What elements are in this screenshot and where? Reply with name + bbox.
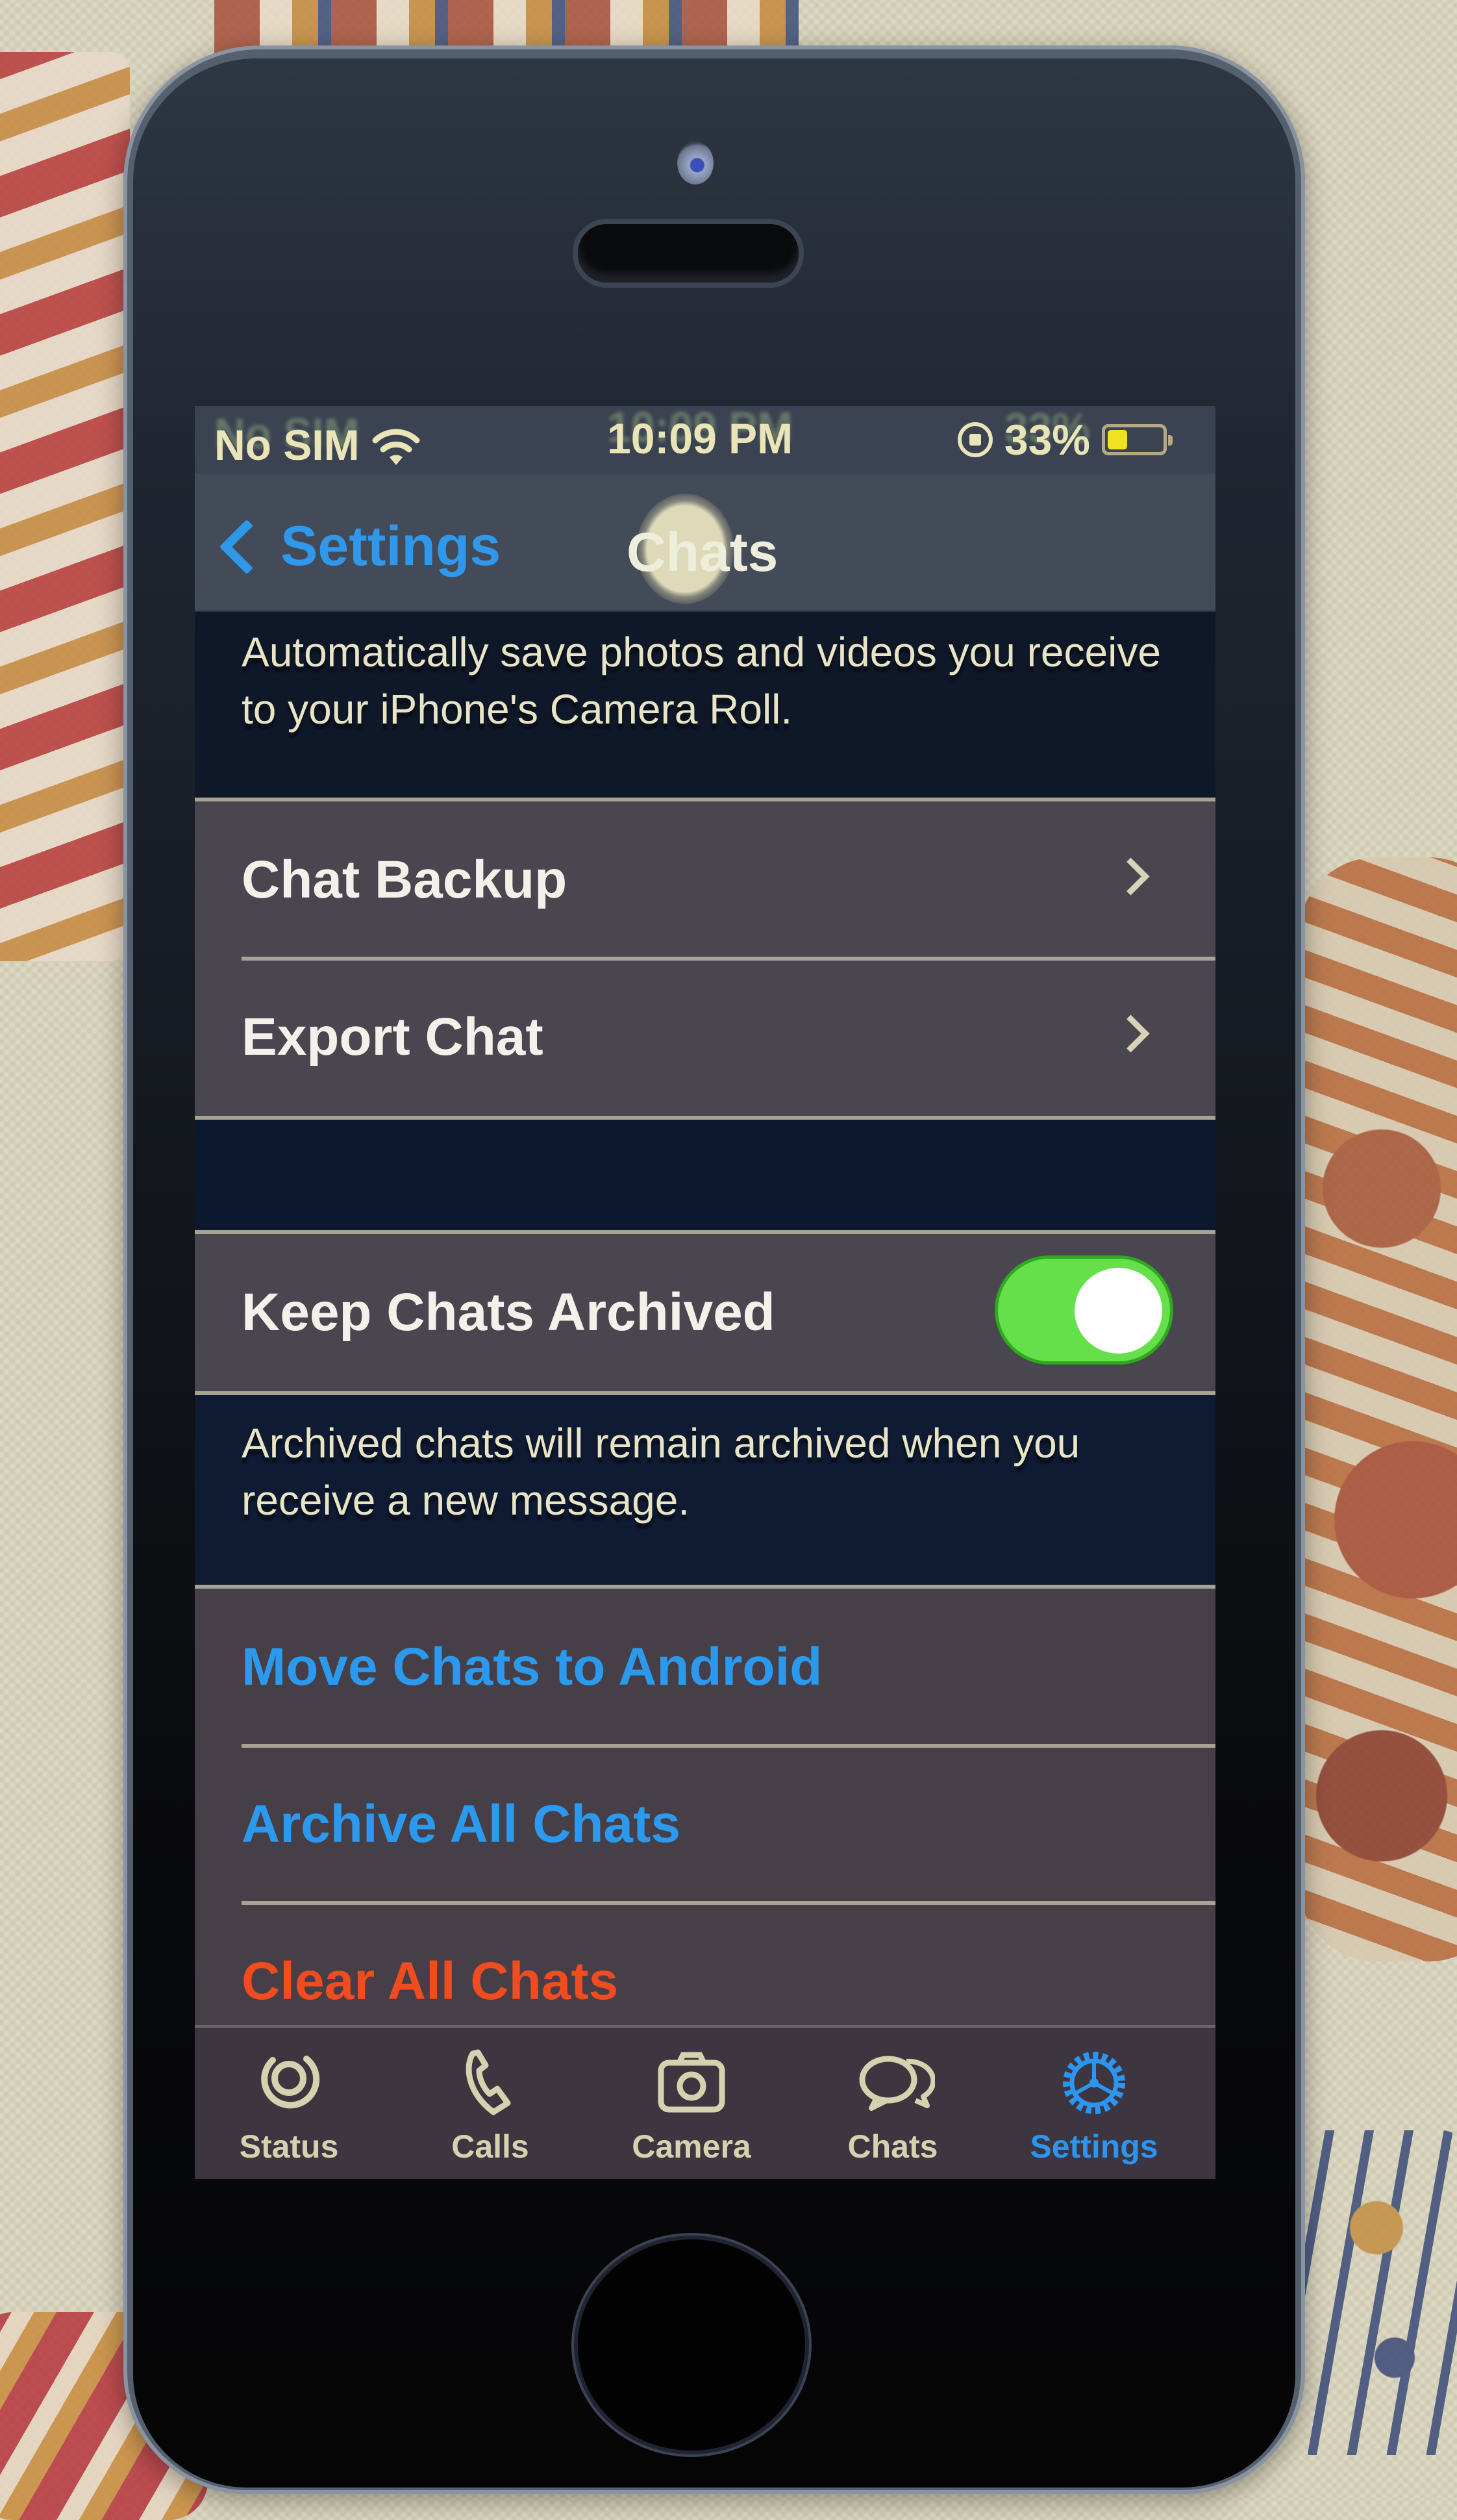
section-footer-camera-roll: Automatically save photos and videos you… — [242, 629, 1161, 733]
battery-nub — [1168, 435, 1173, 446]
page-title: Chats — [627, 522, 778, 583]
section-footer-archive: Archived chats will remain archived when… — [195, 1395, 1215, 1585]
archive-section: Keep Chats Archived — [195, 1230, 1215, 1395]
status-bar: No SIM 10:09 PM 33% — [195, 406, 1215, 474]
tab-label: Camera — [632, 2128, 751, 2165]
chevron-left-icon — [219, 519, 275, 574]
keep-chats-archived-toggle[interactable] — [998, 1259, 1170, 1361]
actions-section: Move Chats to Android Archive All Chats … — [195, 1585, 1215, 2064]
row-label: Export Chat — [242, 1007, 543, 1066]
battery-icon — [1102, 424, 1173, 455]
tab-status[interactable]: Status — [218, 2041, 360, 2165]
chat-backup-row[interactable]: Chat Backup — [195, 801, 1215, 959]
tab-settings[interactable]: Settings — [1023, 2041, 1165, 2165]
earpiece-speaker — [578, 224, 799, 283]
rotation-lock-icon — [957, 422, 993, 457]
tab-label: Settings — [1030, 2128, 1158, 2165]
tab-camera[interactable]: Camera — [620, 2041, 763, 2165]
tab-label: Chats — [847, 2128, 938, 2165]
battery-level-fill — [1108, 430, 1127, 449]
row-label: Move Chats to Android — [242, 1637, 823, 1696]
phone-screen: No SIM 10:09 PM 33% Settings Chats Autom… — [195, 406, 1215, 2179]
clock: 10:09 PM — [607, 414, 793, 462]
keep-chats-archived-row: Keep Chats Archived — [195, 1234, 1215, 1391]
move-chats-to-android-button[interactable]: Move Chats to Android — [195, 1589, 1215, 1746]
tab-calls[interactable]: Calls — [419, 2041, 562, 2165]
battery-percent: 33% — [1004, 416, 1090, 464]
tab-label: Calls — [451, 2128, 529, 2165]
back-button-label: Settings — [280, 515, 501, 577]
toggle-knob — [1075, 1268, 1162, 1354]
tab-bar: Status Calls Camera Chats Settings — [195, 2025, 1215, 2179]
status-icon — [261, 2056, 320, 2109]
rug-pattern — [0, 52, 130, 961]
row-label: Clear All Chats — [242, 1952, 619, 2011]
navigation-bar: Settings Chats — [195, 474, 1215, 612]
back-button[interactable]: Settings — [214, 514, 501, 579]
gear-icon — [1063, 2052, 1125, 2114]
carrier-label: No SIM — [214, 421, 360, 469]
tab-chats[interactable]: Chats — [821, 2041, 964, 2165]
backup-section: Chat Backup Export Chat — [195, 798, 1215, 1120]
wifi-icon — [370, 422, 422, 468]
row-label: Keep Chats Archived — [242, 1283, 775, 1342]
settings-list: Automatically save photos and videos you… — [195, 611, 1215, 2064]
archive-all-chats-button[interactable]: Archive All Chats — [195, 1744, 1215, 1903]
row-label: Archive All Chats — [242, 1795, 680, 1854]
front-camera — [677, 142, 714, 184]
export-chat-row[interactable]: Export Chat — [195, 957, 1215, 1116]
chat-bubbles-icon — [859, 2056, 935, 2111]
chevron-right-icon — [1112, 1014, 1150, 1053]
chevron-right-icon — [1112, 857, 1150, 896]
section-spacer — [195, 1120, 1215, 1230]
row-label: Chat Backup — [242, 850, 567, 909]
camera-icon — [658, 2052, 725, 2113]
phone-icon — [466, 2049, 511, 2115]
rug-pattern — [1286, 2130, 1457, 2455]
tab-label: Status — [239, 2128, 339, 2165]
home-button[interactable] — [578, 2239, 805, 2451]
rug-pattern — [1299, 857, 1457, 1961]
